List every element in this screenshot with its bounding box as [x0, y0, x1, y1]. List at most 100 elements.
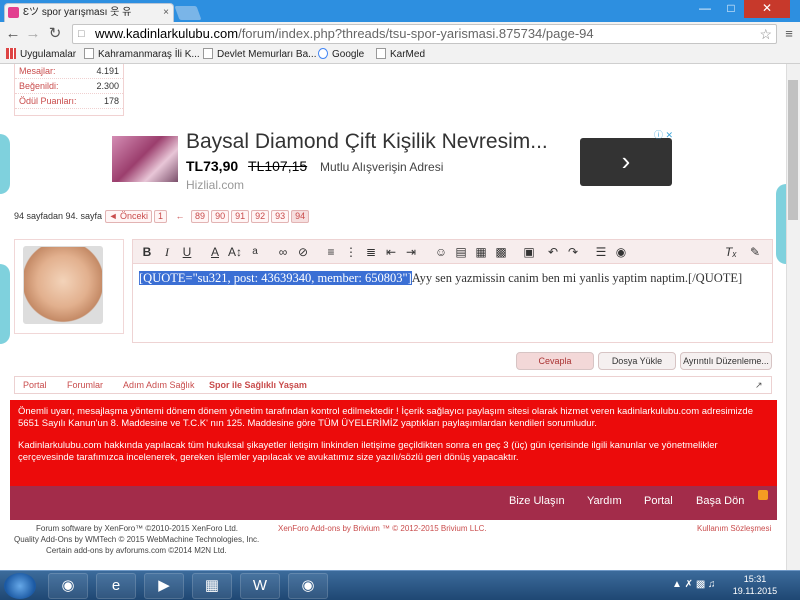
help-link[interactable]: Yardım [587, 495, 622, 507]
minimize-icon[interactable]: — [692, 0, 718, 18]
indent-icon[interactable]: ⇥ [403, 244, 419, 260]
ad-info-icon[interactable]: ⓘ ✕ [654, 128, 678, 140]
footer-nav: Bize Ulaşın Yardım Portal Başa Dön [10, 486, 777, 520]
bullet-list-icon[interactable]: ⋮ [343, 244, 359, 260]
bookmark-apps[interactable]: Uygulamalar [6, 48, 76, 62]
avatar[interactable] [23, 246, 103, 324]
new-tab-button[interactable] [174, 6, 202, 20]
tab-close-icon[interactable]: × [163, 4, 169, 21]
word-icon[interactable]: W [240, 573, 280, 599]
reply-button[interactable]: Cevapla [516, 352, 594, 370]
firefox-icon[interactable]: ◉ [288, 573, 328, 599]
outdent-icon[interactable]: ⇤ [383, 244, 399, 260]
menu-icon[interactable]: ≡ [780, 25, 798, 43]
page-icon [203, 48, 213, 59]
window-close-icon[interactable]: ✕ [744, 0, 790, 18]
top-link[interactable]: Başa Dön [696, 495, 744, 507]
unlink-icon[interactable]: ⊘ [295, 244, 311, 260]
start-button[interactable] [4, 573, 36, 599]
browser-toolbar: ← → ↻ □ www.kadinlarkulubu.com/forum/ind… [0, 22, 800, 46]
bookmark-item[interactable]: KarMed [376, 48, 425, 62]
breadcrumb-item[interactable]: Spor ile Sağlıklı Yaşam [209, 379, 307, 392]
bookmark-google[interactable]: Google [318, 48, 364, 62]
insert-icon[interactable]: ▩ [493, 244, 509, 260]
font-family-icon[interactable]: a [247, 244, 263, 260]
web-page: Mesajlar: 4.191 Beğenildi: 2.300 Ödül Puan… [0, 64, 786, 570]
remove-format-icon[interactable]: Tₓ [723, 244, 739, 260]
back-icon[interactable]: ← [4, 25, 22, 43]
italic-icon[interactable]: I [159, 244, 175, 260]
page-icon [376, 48, 386, 59]
page-link[interactable]: 1 [154, 210, 168, 223]
camera-icon[interactable]: ◉ [613, 244, 629, 260]
advanced-edit-button[interactable]: Ayrıntılı Düzenleme... [680, 352, 772, 370]
bookmark-item[interactable]: Devlet Memurları Ba... [203, 48, 316, 62]
toggle-bbcode-icon[interactable]: ✎ [747, 244, 763, 260]
image-icon[interactable]: ▤ [453, 244, 469, 260]
chrome-icon[interactable]: ◉ [48, 573, 88, 599]
quality-credit[interactable]: Quality Add-Ons by WMTech © 2015 WebMach… [14, 535, 259, 544]
undo-icon[interactable]: ↶ [545, 244, 561, 260]
prev-page-button[interactable]: ◄ Önceki [104, 210, 152, 223]
ad-old-price: TL107,15 [248, 158, 308, 174]
internet-explorer-icon[interactable]: e [96, 573, 136, 599]
stat-row: Ödül Puanları: 178 [15, 94, 123, 109]
media-player-icon[interactable]: ▶ [144, 573, 184, 599]
save-draft-icon[interactable]: ▣ [521, 244, 537, 260]
explorer-folder-icon[interactable]: ▦ [192, 573, 232, 599]
breadcrumb-item[interactable]: Portal [23, 379, 47, 392]
page-gap-icon[interactable]: ← [176, 211, 185, 221]
scrollbar-thumb[interactable] [788, 80, 798, 220]
breadcrumb: Portal Forumlar Adım Adım Sağlık Spor il… [14, 376, 772, 394]
ad-site[interactable]: Hizlial.com [186, 178, 244, 192]
browser-tab[interactable]: Ɛツ spor yarışması 웃 유 × [4, 3, 174, 22]
underline-icon[interactable]: U [179, 244, 195, 260]
maximize-icon[interactable]: □ [718, 0, 744, 18]
jump-icon[interactable]: ↗ [755, 379, 763, 392]
ad-arrow-button[interactable]: › [580, 138, 672, 186]
bold-icon[interactable]: B [139, 244, 155, 260]
code-icon[interactable]: ☰ [593, 244, 609, 260]
page-link-current[interactable]: 94 [291, 210, 310, 223]
smilie-icon[interactable]: ☺ [433, 244, 449, 260]
address-bar[interactable]: □ www.kadinlarkulubu.com/forum/index.php… [72, 24, 777, 44]
breadcrumb-item[interactable]: Adım Adım Sağlık [123, 379, 195, 392]
page-link[interactable]: 90 [211, 210, 230, 223]
font-size-icon[interactable]: A↕ [227, 244, 243, 260]
forward-icon[interactable]: → [24, 25, 42, 43]
quote-body-text: Ayy sen yazmissin canim ben mi yanlis ya… [411, 271, 743, 285]
numbered-list-icon[interactable]: ≣ [363, 244, 379, 260]
upload-file-button[interactable]: Dosya Yükle [598, 352, 676, 370]
ad-product-image[interactable] [112, 136, 178, 182]
portal-link[interactable]: Portal [644, 495, 673, 507]
page-link[interactable]: 93 [271, 210, 290, 223]
ad-title[interactable]: Baysal Diamond Çift Kişilik Nevresim... [186, 130, 548, 154]
page-footer: Forum software by XenForo™ ©2010-2015 Xe… [0, 522, 786, 570]
contact-link[interactable]: Bize Ulaşın [509, 495, 565, 507]
page-link[interactable]: 89 [191, 210, 210, 223]
clock[interactable]: 15:31 19.11.2015 [732, 573, 778, 599]
message-editor[interactable]: [QUOTE="su321, post: 43639340, member: 6… [132, 263, 773, 343]
terms-link[interactable]: Kullanım Sözleşmesi [697, 524, 771, 533]
text-color-icon[interactable]: A [207, 244, 223, 260]
software-credit[interactable]: Forum software by XenForo™ ©2010-2015 Xe… [36, 524, 238, 533]
addons-credit[interactable]: Certain add-ons by avforums.com ©2014 M2… [46, 546, 227, 555]
page-link[interactable]: 91 [231, 210, 250, 223]
notice-paragraph: Kadinlarkulubu.com hakkında yapılacak tü… [18, 440, 718, 463]
advertisement[interactable]: Baysal Diamond Çift Kişilik Nevresim... … [108, 128, 682, 192]
rss-icon[interactable] [758, 490, 768, 500]
bookmark-star-icon[interactable]: ☆ [759, 25, 772, 43]
breadcrumb-item[interactable]: Forumlar [67, 379, 103, 392]
page-link[interactable]: 92 [251, 210, 270, 223]
selected-quote-text: [QUOTE="su321, post: 43639340, member: 6… [139, 271, 412, 285]
system-tray[interactable]: ▲ ✗ ▩ ♫ [672, 579, 716, 590]
redo-icon[interactable]: ↷ [565, 244, 581, 260]
page-info-icon[interactable]: □ [78, 25, 85, 43]
reload-icon[interactable]: ↻ [46, 25, 64, 43]
media-icon[interactable]: ▦ [473, 244, 489, 260]
brivium-credit[interactable]: XenForo Add-ons by Brivium ™ © 2012-2015… [278, 524, 487, 533]
bookmark-item[interactable]: Kahramanmaraş İli K... [84, 48, 200, 62]
align-icon[interactable]: ≡ [323, 244, 339, 260]
apps-grid-icon [6, 48, 16, 59]
link-icon[interactable]: ∞ [275, 244, 291, 260]
